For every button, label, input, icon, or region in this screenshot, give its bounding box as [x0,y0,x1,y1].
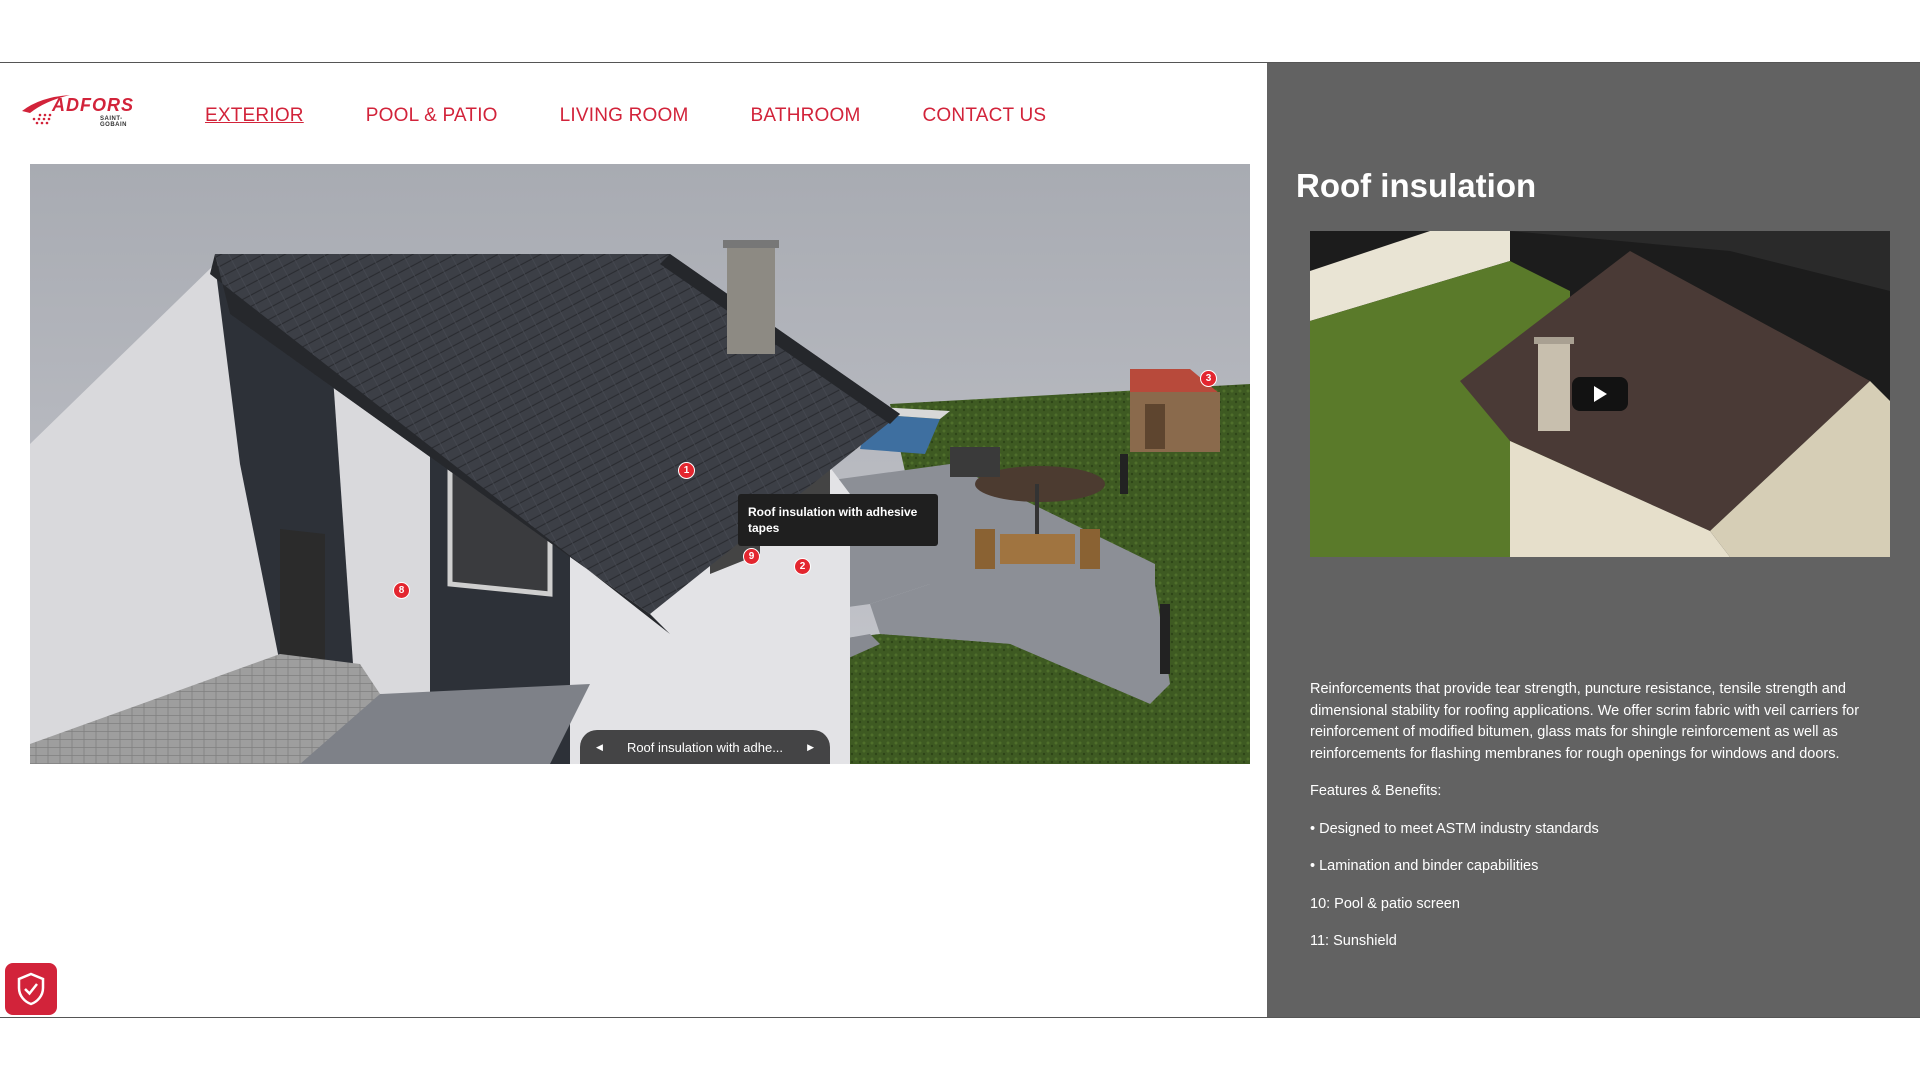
hotspot-carousel: ◀ Roof insulation with adhe... ▶ [580,730,830,764]
related-link-item[interactable]: 11: Sunshield [1310,931,1890,953]
carousel-prev-icon[interactable]: ◀ [596,742,603,753]
video-player[interactable] [1310,231,1890,557]
hotspot-1[interactable]: 1 [678,462,695,479]
nav-living-room[interactable]: LIVING ROOM [560,105,689,127]
main-area: ADFORS SAINT-GOBAIN EXTERIOR POOL & PATI… [0,63,1267,1017]
features-heading: Features & Benefits: [1310,783,1442,799]
video-play-button[interactable] [1572,377,1628,411]
logo-subtitle: SAINT-GOBAIN [100,116,127,128]
3d-house-viewer[interactable]: 1 2 3 8 9 Roof insulation with adhesive … [30,164,1250,764]
feature-item: • Lamination and binder capabilities [1310,858,1539,874]
nav-exterior[interactable]: EXTERIOR [205,105,304,127]
description-text: Reinforcements that provide tear strengt… [1310,681,1860,762]
feature-item: • Designed to meet ASTM industry standar… [1310,820,1599,837]
shield-check-icon [17,972,45,1006]
nav-contact-us[interactable]: CONTACT US [923,105,1047,127]
carousel-next-icon[interactable]: ▶ [807,742,814,753]
adfors-logo[interactable]: ADFORS SAINT-GOBAIN [20,89,145,129]
main-nav: EXTERIOR POOL & PATIO LIVING ROOM BATHRO… [205,105,1108,127]
hotspot-9[interactable]: 9 [743,548,760,565]
related-link-item[interactable]: 10: Pool & patio screen [1310,894,1890,916]
privacy-shield-button[interactable] [5,963,57,1015]
hotspot-3[interactable]: 3 [1200,370,1217,387]
carousel-label[interactable]: Roof insulation with adhe... [627,740,783,755]
hotspot-tooltip: Roof insulation with adhesive tapes [738,494,938,546]
hotspot-2[interactable]: 2 [794,558,811,575]
page-frame: ADFORS SAINT-GOBAIN EXTERIOR POOL & PATI… [0,62,1920,1018]
info-panel: Roof insulation Reinforcements that prov… [1267,63,1920,1017]
product-description: Reinforcements that provide tear strengt… [1310,679,1890,969]
panel-title: Roof insulation [1296,167,1537,204]
logo-wordmark: ADFORS [52,95,134,115]
play-icon [1594,386,1607,402]
nav-pool-patio[interactable]: POOL & PATIO [366,105,498,127]
nav-bathroom[interactable]: BATHROOM [751,105,861,127]
house-scene-render [30,164,1250,764]
hotspot-8[interactable]: 8 [393,582,410,599]
